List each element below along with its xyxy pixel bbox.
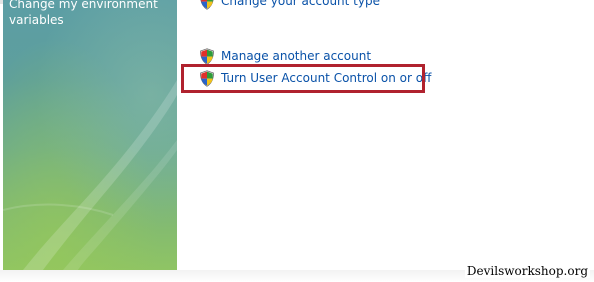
uac-shield-icon [200,47,214,65]
task-label: Change your account type [221,0,380,8]
sidebar-link-environment-variables[interactable]: Change my environment variables [9,0,174,28]
task-turn-uac-on-off[interactable]: Turn User Account Control on or off [199,69,431,87]
sidebar-swoosh-decoration [3,80,177,270]
main-content: Change your account type Manage another … [177,0,591,270]
task-label: Manage another account [221,49,372,63]
uac-shield-icon [200,0,214,10]
uac-shield-icon [200,69,214,87]
task-label: Turn User Account Control on or off [221,71,432,85]
task-sidebar: Change my environment variables [3,0,177,270]
task-manage-another-account[interactable]: Manage another account [199,47,371,65]
task-change-account-type[interactable]: Change your account type [199,0,380,10]
control-panel-window: Change my environment variables Change y… [0,0,594,282]
watermark-text: Devilsworkshop.org [464,264,590,278]
